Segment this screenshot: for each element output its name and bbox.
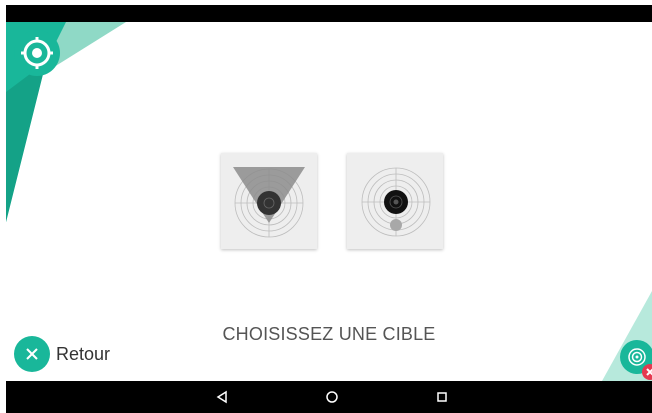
target-triangle-icon: [233, 167, 305, 238]
status-bar: [6, 5, 652, 22]
target-option-small-ball[interactable]: [347, 153, 443, 249]
target-option-triangle-visor[interactable]: [221, 153, 317, 249]
recents-square-icon[interactable]: [432, 387, 452, 407]
signal-icon: [628, 348, 646, 366]
disconnect-target-button[interactable]: [620, 340, 652, 380]
back-triangle-icon[interactable]: [212, 387, 232, 407]
android-nav-bar: [6, 381, 652, 413]
back-button[interactable]: Retour: [14, 336, 110, 372]
main-content: CHOISISSEZ UNE CIBLE Retour: [6, 22, 652, 381]
back-button-label: Retour: [56, 343, 111, 364]
app-logo-target-icon[interactable]: [14, 30, 60, 76]
close-icon: [14, 336, 50, 372]
home-circle-icon[interactable]: [322, 387, 342, 407]
error-badge-icon: [642, 364, 652, 380]
target-ball-icon: [361, 167, 431, 237]
